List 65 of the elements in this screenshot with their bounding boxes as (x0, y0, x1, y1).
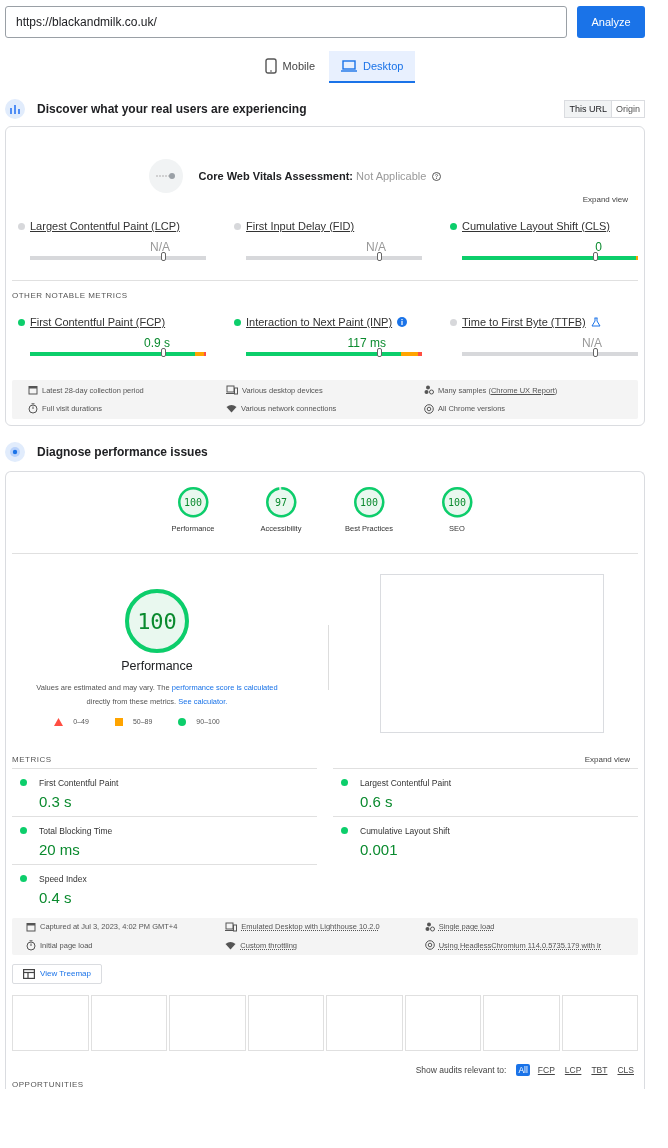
filter-chip[interactable]: TBT (589, 1063, 610, 1076)
metric-link[interactable]: Time to First Byte (TTFB) (462, 316, 586, 328)
wifi-icon (225, 940, 237, 950)
device-tab[interactable]: Desktop (329, 51, 416, 83)
dots-icon (424, 385, 434, 395)
score-gauge: 100 (176, 486, 210, 519)
calendar-icon (28, 385, 38, 395)
stopwatch-icon (26, 939, 36, 951)
section-label: OTHER NOTABLE METRICS (12, 291, 129, 300)
score-title: Performance (121, 659, 193, 674)
assessment-text: Core Web Vitals Assessment: Not Applicable (198, 170, 427, 182)
metric-value: N/A (365, 240, 386, 254)
scope-toggle[interactable]: This URL (565, 101, 612, 117)
metric-value: 117 ms (346, 336, 386, 350)
metric-value: 0.4 s (39, 888, 73, 906)
chart-icon (5, 99, 25, 119)
metric-value: 0.3 s (39, 792, 73, 810)
metric-name: Speed Index (39, 873, 87, 884)
url-field[interactable]: https://blackandmilk.co.uk/ (5, 6, 567, 38)
metric-name: Total Blocking Time (39, 825, 113, 836)
metric-name: Cumulative Layout Shift (360, 825, 450, 836)
assessment-icon (148, 159, 183, 193)
metric-link[interactable]: Largest Contentful Paint (LCP) (30, 220, 180, 232)
filter-label: Show audits relevant to: (415, 1064, 507, 1075)
table-icon (23, 968, 35, 979)
metric-value: N/A (581, 336, 602, 350)
stopwatch-icon (28, 403, 38, 414)
devices-icon (226, 385, 238, 395)
metric-value: 20 ms (39, 840, 81, 858)
laptop-icon (341, 60, 357, 72)
treemap-button[interactable]: View Treemap (12, 963, 102, 984)
score-gauge: 100 (440, 486, 474, 519)
filter-chip[interactable]: CLS (615, 1063, 636, 1076)
filter-chip[interactable]: FCP (535, 1063, 557, 1076)
expand-link[interactable]: Expand view (582, 195, 628, 204)
section-label: OPPORTUNITIES (12, 1079, 85, 1089)
target-icon (5, 442, 25, 462)
section-label: METRICS (12, 754, 52, 764)
section-title: Discover what your real users are experiencing (37, 102, 308, 116)
score-gauge: 100 (352, 486, 386, 519)
metric-value: 0 (594, 240, 602, 254)
metric-name: First Contentful Paint (39, 777, 119, 788)
dots-icon (424, 921, 435, 932)
metric-name: Largest Contentful Paint (360, 777, 452, 788)
device-tab[interactable]: Mobile (252, 51, 327, 83)
metric-link[interactable]: Cumulative Layout Shift (CLS) (462, 220, 610, 232)
metric-link[interactable]: First Input Delay (FID) (246, 220, 355, 232)
calendar-icon (26, 921, 36, 932)
filter-chip[interactable]: LCP (562, 1063, 584, 1076)
metric-value: 0.001 (360, 840, 399, 858)
analyze-button[interactable]: Analyze (577, 6, 645, 38)
section-title: Diagnose performance issues (37, 445, 209, 459)
score-gauge: 100 (124, 588, 190, 655)
score-gauge: 97 (264, 486, 298, 519)
metric-value: N/A (149, 240, 170, 254)
metric-link[interactable]: Interaction to Next Paint (INP) (246, 316, 393, 328)
filter-chip[interactable]: All (516, 1063, 530, 1076)
metric-value: 0.6 s (360, 792, 394, 810)
wifi-icon (226, 404, 237, 413)
phone-icon (264, 58, 277, 74)
help-icon (432, 171, 442, 181)
expand-link[interactable]: Expand view (584, 754, 630, 764)
metric-value: 0.9 s (143, 336, 170, 350)
devices-icon (225, 921, 238, 932)
metric-link[interactable]: First Contentful Paint (FCP) (30, 316, 166, 328)
